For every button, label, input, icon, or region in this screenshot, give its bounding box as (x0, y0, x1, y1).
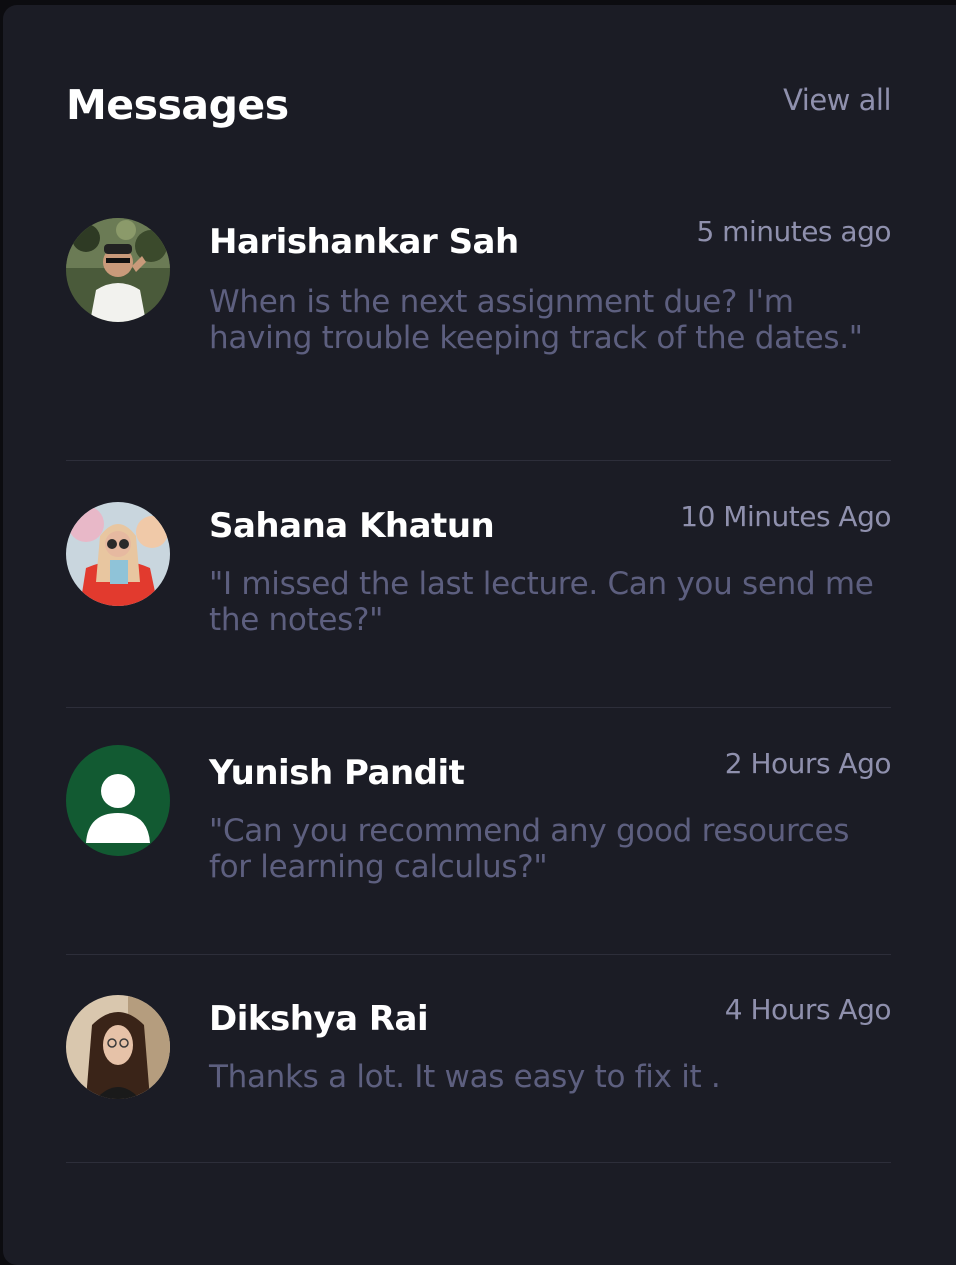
avatar (66, 218, 170, 322)
avatar-photo-icon (66, 995, 170, 1099)
message-text: When is the next assignment due? I'm hav… (209, 284, 863, 356)
default-user-icon (66, 745, 170, 856)
view-all-link[interactable]: View all (783, 80, 891, 120)
divider (66, 954, 891, 955)
message-item[interactable]: Yunish Pandit 2 Hours Ago "Can you recom… (66, 745, 892, 905)
message-time: 10 Minutes Ago (680, 500, 891, 533)
message-text: "I missed the last lecture. Can you send… (209, 566, 874, 638)
message-item[interactable]: Sahana Khatun 10 Minutes Ago "I missed t… (66, 500, 891, 662)
message-time: 2 Hours Ago (724, 747, 892, 780)
sender-name: Sahana Khatun (209, 506, 495, 546)
message-item[interactable]: Dikshya Rai 4 Hours Ago Thanks a lot. It… (66, 993, 892, 1125)
message-item[interactable]: Harishankar Sah 5 minutes ago When is th… (66, 215, 891, 418)
message-time: 4 Hours Ago (724, 993, 892, 1026)
page-title: Messages (66, 81, 289, 129)
divider (66, 1162, 891, 1163)
message-time: 5 minutes ago (696, 215, 891, 248)
message-text: "Can you recommend any good resources fo… (209, 813, 850, 885)
avatar-photo-icon (66, 502, 170, 606)
sender-name: Harishankar Sah (209, 222, 519, 262)
sender-name: Yunish Pandit (209, 753, 465, 793)
avatar (66, 502, 170, 606)
sender-name: Dikshya Rai (209, 999, 429, 1039)
divider (66, 460, 891, 461)
divider (66, 707, 891, 708)
messages-header: Messages View all (66, 80, 891, 140)
avatar (66, 745, 170, 856)
avatar-photo-icon (66, 218, 170, 322)
avatar (66, 995, 170, 1099)
message-text: Thanks a lot. It was easy to fix it . (209, 1059, 721, 1095)
